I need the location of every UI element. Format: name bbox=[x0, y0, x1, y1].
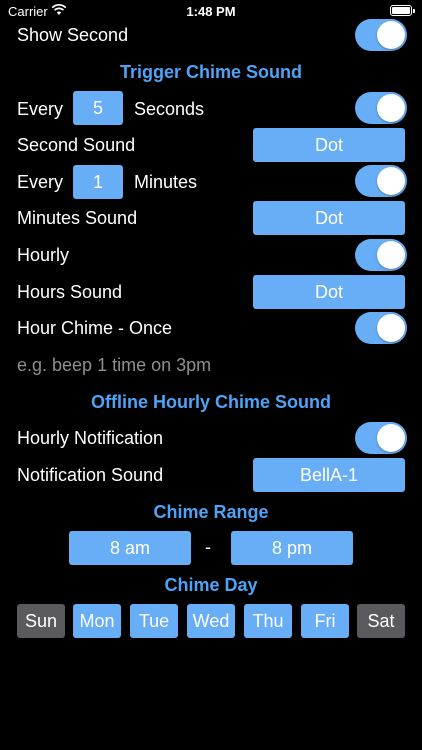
hour-chime-once-label: Hour Chime - Once bbox=[17, 318, 173, 338]
toggle-knob bbox=[377, 167, 405, 195]
day-button-mon[interactable]: Mon bbox=[73, 604, 121, 638]
range-start-button[interactable]: 8 am bbox=[69, 531, 191, 565]
range-separator: - bbox=[205, 537, 211, 557]
every-minutes-toggle[interactable] bbox=[355, 165, 407, 197]
minutes-sound-label: Minutes Sound bbox=[17, 208, 138, 228]
trigger-section-title: Trigger Chime Sound bbox=[119, 62, 302, 82]
hourly-label: Hourly bbox=[17, 245, 70, 265]
notification-sound-button[interactable]: BellA-1 bbox=[253, 458, 405, 492]
offline-section-title: Offline Hourly Chime Sound bbox=[90, 392, 331, 412]
seconds-interval-field[interactable]: 5 bbox=[73, 91, 123, 125]
minutes-interval-field[interactable]: 1 bbox=[73, 165, 123, 199]
battery-fill bbox=[392, 7, 410, 14]
day-button-fri[interactable]: Fri bbox=[301, 604, 349, 638]
toggle-knob bbox=[377, 314, 405, 342]
hour-chime-once-toggle[interactable] bbox=[355, 312, 407, 344]
range-end-button[interactable]: 8 pm bbox=[231, 531, 353, 565]
toggle-knob bbox=[377, 241, 405, 269]
toggle-knob bbox=[377, 424, 405, 452]
hourly-notification-toggle[interactable] bbox=[355, 422, 407, 454]
hours-sound-label: Hours Sound bbox=[17, 282, 123, 302]
hours-sound-button[interactable]: Dot bbox=[253, 275, 405, 309]
hourly-notification-label: Hourly Notification bbox=[17, 428, 164, 448]
every-seconds-prefix: Every bbox=[17, 99, 64, 119]
day-button-tue[interactable]: Tue bbox=[130, 604, 178, 638]
battery-icon bbox=[390, 5, 415, 16]
day-button-sun[interactable]: Sun bbox=[17, 604, 65, 638]
hourly-toggle[interactable] bbox=[355, 239, 407, 271]
toggle-knob bbox=[377, 21, 405, 49]
day-button-thu[interactable]: Thu bbox=[244, 604, 292, 638]
status-bar: Carrier 1:48 PM bbox=[0, 0, 422, 24]
every-minutes-prefix: Every bbox=[17, 172, 64, 192]
second-sound-label: Second Sound bbox=[17, 135, 136, 155]
day-button-sat[interactable]: Sat bbox=[357, 604, 405, 638]
minutes-unit-label: Minutes bbox=[134, 172, 198, 192]
chime-range-title: Chime Range bbox=[153, 502, 269, 522]
second-sound-button[interactable]: Dot bbox=[253, 128, 405, 162]
minutes-sound-button[interactable]: Dot bbox=[253, 201, 405, 235]
chime-day-title: Chime Day bbox=[164, 575, 258, 595]
seconds-unit-label: Seconds bbox=[134, 99, 205, 119]
day-button-wed[interactable]: Wed bbox=[187, 604, 235, 638]
show-second-toggle[interactable] bbox=[355, 19, 407, 51]
toggle-knob bbox=[377, 94, 405, 122]
every-seconds-toggle[interactable] bbox=[355, 92, 407, 124]
clock-time: 1:48 PM bbox=[186, 4, 236, 19]
show-second-label: Show Second bbox=[17, 25, 129, 45]
notification-sound-label: Notification Sound bbox=[17, 465, 164, 485]
hour-chime-hint: e.g. beep 1 time on 3pm bbox=[17, 355, 212, 375]
